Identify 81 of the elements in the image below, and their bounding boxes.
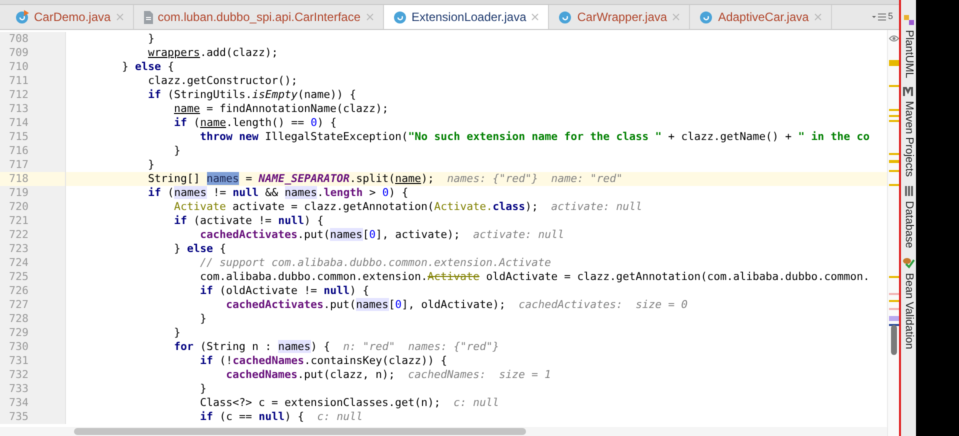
line-number: 735 [9,410,29,423]
file-icon [142,10,153,24]
code-line: } [147,32,155,45]
line-number: 715 [9,130,29,143]
code-line: cachedActivates.put(names[0], activate); activate: null [199,228,564,241]
horizontal-scrollbar-thumb[interactable] [74,428,526,435]
code-line: if (oldActivate != null) { [199,284,370,297]
code-line: } [173,326,181,339]
line-number: 714 [9,116,29,129]
code-line: } else { [173,242,226,255]
line-number: 727 [9,298,29,311]
line-number: 722 [9,228,29,241]
line-number: 713 [9,102,29,115]
line-number: 708 [9,32,29,45]
diagram-icon[interactable] [902,14,914,26]
close-icon[interactable] [672,13,680,21]
code-line: Activate activate = clazz.getAnnotation(Activate.class); activate: null [173,200,642,213]
code-line: } [199,312,207,325]
line-number: 724 [9,256,29,269]
line-number: 731 [9,354,29,367]
line-number: 710 [9,60,29,73]
code-line: Class<?> c = extensionClasses.get(n); c: null [199,396,500,409]
line-number: 725 [9,270,29,283]
code-line: if (activate != null) { [173,214,324,227]
tab-overflow-button[interactable]: 5 [866,5,899,29]
code-line: com.alibaba.dubbo.common.extension.Activate oldActivate = clazz.getAnnotation(com.alibaba.dubbo.common. [199,270,870,283]
database-icon[interactable] [902,185,914,198]
class-icon [699,10,714,24]
code-line: if (c == null) { c: null [199,410,363,423]
line-number: 732 [9,368,29,381]
list-icon [872,13,886,21]
line-number: 711 [9,74,29,87]
code-line: } [173,144,181,157]
code-line: } [199,382,207,395]
line-number: 729 [9,326,29,339]
code-line: cachedActivates.put(names[0], oldActivate); cachedActivates: size = 0 [225,298,688,311]
runnable-class-icon [15,10,29,24]
close-icon[interactable] [531,13,540,21]
line-number: 723 [9,242,29,255]
code-line: cachedNames.put(clazz, n); cachedNames: size = 1 [225,368,552,381]
code-line: if (StringUtils.isEmpty(name)) { [147,88,356,101]
line-number: 734 [9,396,29,409]
class-icon [558,10,572,24]
code-line: for (String n : names) { n: "red" names: {"red"} [173,340,500,353]
code-line: throw new IllegalStateException("No such extension name for the class " + clazz.getName() + " in the co [199,130,870,143]
tool-window-tab[interactable]: Database [900,201,917,248]
line-number: 720 [9,200,29,213]
editor-tab[interactable]: com.luban.dubbo_spi.api.CarInterface [134,5,384,29]
code-line: clazz.getConstructor(); [147,74,298,87]
code-line: String[] names = NAME_SEPARATOR.split(name); names: {"red"} name: "red" [147,172,623,185]
close-icon[interactable] [366,13,374,21]
bean-check-icon[interactable] [902,256,915,270]
code-line: } [147,158,155,171]
close-icon[interactable] [814,13,822,21]
code-line: wrappers.add(clazz); [147,46,278,59]
line-number: 716 [9,144,29,157]
line-number: 709 [9,46,29,59]
close-icon[interactable] [116,13,124,21]
code-line: if (names != null && names.length > 0) { [147,186,408,199]
code-line: name = findAnnotationName(clazz); [173,102,389,115]
eye-icon[interactable] [889,35,899,42]
line-number: 733 [9,382,29,395]
maven-icon[interactable] [902,86,914,98]
code-line: if (!cachedNames.containsKey(clazz)) { [199,354,448,367]
editor-tab[interactable]: ExtensionLoader.java [384,5,550,29]
tool-window-tab[interactable]: Bean Validation [900,273,917,350]
line-number: 728 [9,312,29,325]
line-number: 718 [9,172,29,185]
tool-window-tab[interactable]: Maven Projects [900,101,917,178]
code-line: } else { [121,60,174,73]
vertical-scrollbar-thumb[interactable] [891,325,897,355]
line-number: 726 [9,284,29,297]
code-line: if (name.length() == 0) { [173,116,337,129]
line-number: 712 [9,88,29,101]
line-number: 719 [9,186,29,199]
line-number: 717 [9,158,29,171]
tool-window-tab[interactable]: PlantUML [900,30,917,78]
line-number: 721 [9,214,29,227]
code-line: // support com.alibaba.dubbo.common.extension.Activate [199,256,552,269]
line-number: 730 [9,340,29,353]
class-icon [392,10,406,24]
